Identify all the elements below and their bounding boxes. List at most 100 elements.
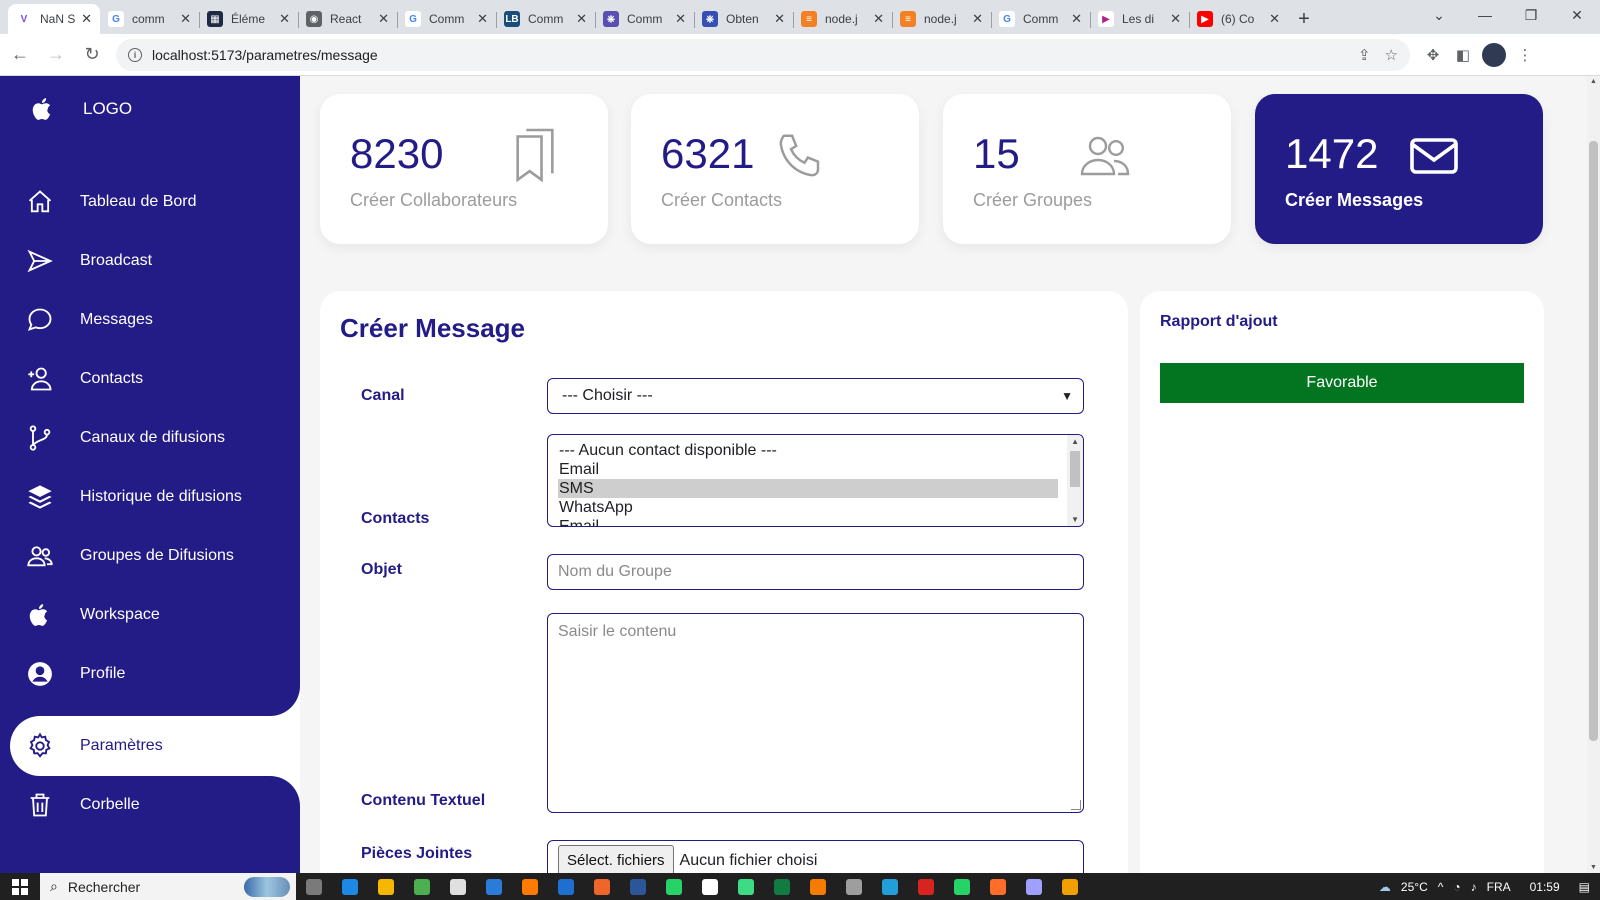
taskbar-app-icon[interactable] <box>728 873 764 900</box>
tab-close-icon[interactable]: ✕ <box>378 11 389 27</box>
taskbar-app-icon[interactable] <box>476 873 512 900</box>
weather-icon[interactable]: ☁ <box>1379 880 1391 894</box>
stat-card[interactable]: 15 Créer Groupes <box>943 94 1231 244</box>
tab-close-icon[interactable]: ✕ <box>1170 11 1181 27</box>
browser-tab[interactable]: G Comm ✕ <box>991 4 1090 34</box>
contenu-textarea[interactable]: Saisir le contenu <box>547 613 1084 813</box>
network-icon[interactable]: ◔ <box>1453 880 1460 894</box>
sidebar-item-groupes-de-difusions[interactable]: Groupes de Difusions <box>0 530 300 582</box>
site-info-icon[interactable]: i <box>128 47 142 62</box>
tab-close-icon[interactable]: ✕ <box>81 11 92 27</box>
scroll-down-icon[interactable]: ▼ <box>1590 864 1597 871</box>
taskbar-app-icon[interactable] <box>908 873 944 900</box>
stat-card[interactable]: 6321 Créer Contacts <box>631 94 919 244</box>
taskbar-app-icon[interactable] <box>296 873 332 900</box>
taskbar-app-icon[interactable] <box>584 873 620 900</box>
taskbar-app-icon[interactable] <box>836 873 872 900</box>
sidebar-item-contacts[interactable]: Contacts <box>0 353 300 405</box>
tray-chevron-icon[interactable]: ^ <box>1438 880 1444 894</box>
tab-close-icon[interactable]: ✕ <box>1269 11 1280 27</box>
sidebar-item-canaux-de-difusions[interactable]: Canaux de difusions <box>0 412 300 464</box>
page-scroll-thumb[interactable] <box>1589 141 1598 741</box>
new-tab-button[interactable]: + <box>1288 4 1320 34</box>
browser-tab[interactable]: ⎈ Comm ✕ <box>595 4 694 34</box>
listbox-scroll-thumb[interactable] <box>1070 451 1080 487</box>
taskbar-app-icon[interactable] <box>1016 873 1052 900</box>
tab-close-icon[interactable]: ✕ <box>477 11 488 27</box>
sidebar-item-messages[interactable]: Messages <box>0 294 300 346</box>
tab-close-icon[interactable]: ✕ <box>1071 11 1082 27</box>
browser-tab[interactable]: ≡ node.j ✕ <box>892 4 991 34</box>
windows-start-icon[interactable] <box>0 873 40 900</box>
stat-card[interactable]: 8230 Créer Collaborateurs <box>320 94 608 244</box>
taskbar-app-icon[interactable] <box>980 873 1016 900</box>
taskbar-app-icon[interactable] <box>404 873 440 900</box>
stat-card[interactable]: 1472 Créer Messages <box>1255 94 1543 244</box>
taskbar-app-icon[interactable] <box>692 873 728 900</box>
browser-tab[interactable]: ▦ Éléme ✕ <box>199 4 298 34</box>
taskbar-app-icon[interactable] <box>872 873 908 900</box>
file-input[interactable]: Sélect. fichiers Aucun fichier choisi <box>547 840 1084 873</box>
canal-select[interactable]: --- Choisir --- ▼ <box>547 378 1084 414</box>
scroll-up-icon[interactable]: ▲ <box>1590 78 1597 85</box>
taskbar-search[interactable]: ⌕ Rechercher <box>40 873 296 900</box>
sidebar-item-param-tres[interactable]: Paramètres <box>0 720 300 772</box>
sidebar-item-tableau-de-bord[interactable]: Tableau de Bord <box>0 176 300 228</box>
taskbar-app-icon[interactable] <box>764 873 800 900</box>
contacts-option[interactable]: Email <box>558 517 1058 526</box>
sidebar-logo[interactable]: LOGO <box>28 94 132 124</box>
notifications-icon[interactable]: ▤ <box>1579 880 1590 894</box>
taskbar-app-icon[interactable] <box>656 873 692 900</box>
browser-tab[interactable]: ▶ Les di ✕ <box>1090 4 1189 34</box>
browser-tab[interactable]: LB Comm ✕ <box>496 4 595 34</box>
tab-search-icon[interactable]: ⌄ <box>1416 0 1462 30</box>
contacts-option[interactable]: WhatsApp <box>558 498 1058 517</box>
taskbar-app-icon[interactable] <box>1052 873 1088 900</box>
objet-input[interactable]: Nom du Groupe <box>547 554 1084 590</box>
tab-close-icon[interactable]: ✕ <box>675 11 686 27</box>
tab-close-icon[interactable]: ✕ <box>873 11 884 27</box>
sidebar-item-broadcast[interactable]: Broadcast <box>0 235 300 287</box>
menu-icon[interactable]: ⋮ <box>1510 40 1540 70</box>
weather-temp[interactable]: 25°C <box>1401 880 1428 894</box>
reload-button[interactable]: ↻ <box>76 39 108 71</box>
minimize-button[interactable]: — <box>1462 0 1508 30</box>
taskbar-app-icon[interactable] <box>512 873 548 900</box>
taskbar-app-icon[interactable] <box>548 873 584 900</box>
resize-grip-icon[interactable] <box>1071 800 1081 810</box>
browser-tab[interactable]: ▶ (6) Co ✕ <box>1189 4 1288 34</box>
sidebar-item-corbelle[interactable]: Corbelle <box>0 779 300 831</box>
taskbar-app-icon[interactable] <box>620 873 656 900</box>
side-panel-icon[interactable]: ◧ <box>1448 40 1478 70</box>
choose-files-button[interactable]: Sélect. fichiers <box>558 845 674 873</box>
share-icon[interactable]: ⇪ <box>1358 46 1371 64</box>
sidebar-item-historique-de-difusions[interactable]: Historique de difusions <box>0 471 300 523</box>
taskbar-app-icon[interactable] <box>800 873 836 900</box>
contacts-listbox[interactable]: --- Aucun contact disponible --- Email SMS… <box>547 434 1084 527</box>
scroll-up-arrow-icon[interactable]: ▲ <box>1071 437 1079 446</box>
scroll-down-arrow-icon[interactable]: ▼ <box>1071 515 1079 524</box>
back-button[interactable]: ← <box>4 39 36 71</box>
volume-icon[interactable]: ♪ <box>1471 880 1477 894</box>
restore-button[interactable]: ❐ <box>1508 0 1554 30</box>
tab-close-icon[interactable]: ✕ <box>576 11 587 27</box>
profile-avatar[interactable] <box>1482 42 1506 67</box>
taskbar-app-icon[interactable] <box>368 873 404 900</box>
forward-button[interactable]: → <box>40 39 72 71</box>
browser-tab[interactable]: V NaN S ✕ <box>8 4 100 34</box>
tab-close-icon[interactable]: ✕ <box>774 11 785 27</box>
language-indicator[interactable]: FRA <box>1487 880 1511 894</box>
tab-close-icon[interactable]: ✕ <box>180 11 191 27</box>
extensions-icon[interactable]: ✥ <box>1418 40 1448 70</box>
sidebar-item-workspace[interactable]: Workspace <box>0 589 300 641</box>
taskbar-app-icon[interactable] <box>944 873 980 900</box>
tab-close-icon[interactable]: ✕ <box>279 11 290 27</box>
close-window-button[interactable]: ✕ <box>1554 0 1600 30</box>
clock[interactable]: 01:59 <box>1530 880 1560 894</box>
contacts-option[interactable]: Email <box>558 460 1058 479</box>
tab-close-icon[interactable]: ✕ <box>972 11 983 27</box>
contacts-option[interactable]: SMS <box>558 479 1058 498</box>
taskbar-app-icon[interactable] <box>440 873 476 900</box>
browser-tab[interactable]: ≡ node.j ✕ <box>793 4 892 34</box>
browser-tab[interactable]: G Comm ✕ <box>397 4 496 34</box>
